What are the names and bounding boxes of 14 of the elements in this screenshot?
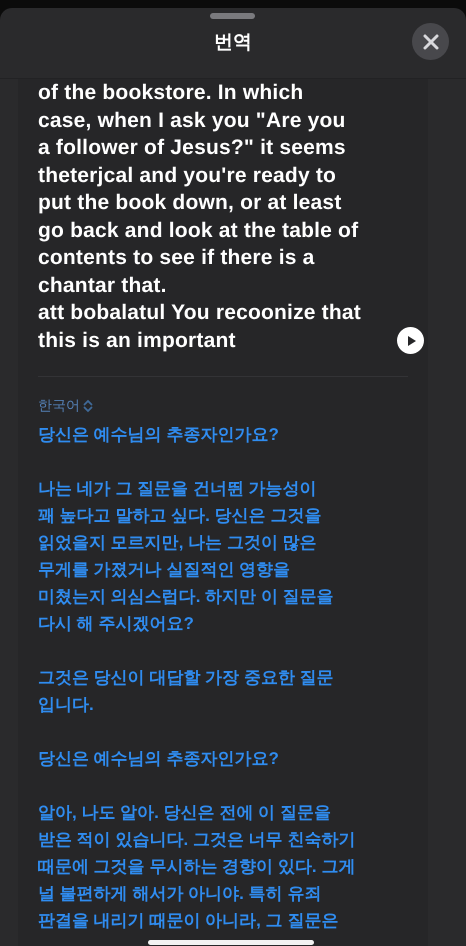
translation-paragraph: 알아, 나도 알아. 당신은 전에 이 질문을 받은 적이 있습니다. 그것은 너무 친숙하기 때문에 그것을 무시하는 경향이 있다. 그게 널 불편하게 해서가 아니야. 특히 유죄 판결을 내리기 때문이 아니라, 그 질문은 [38, 802, 356, 932]
play-button[interactable] [397, 327, 424, 354]
translation-paragraph: 나는 네가 그 질문을 건너뛴 가능성이 꽤 높다고 말하고 싶다. 당신은 그것을 읽었을지 모르지만, 나는 그것이 많은 무게를 가졌거나 실질적인 영향을 미쳤는지 의심스럽다. 하지만 이 질문을 다시 해 주시겠어요? [38, 478, 335, 635]
close-button[interactable] [412, 23, 449, 60]
translation-paragraph: 당신은 예수님의 추종자인가요? [38, 748, 280, 770]
source-text: of the bookstore. In which case, when I ask you "Are you a follower of Jesus?" it seems theterjcal and you're ready to put the book down, or at least go back and look at the table of contents to see if there is a chantar that. att bobalatul You recoonize that this is an important [38, 80, 361, 354]
chevron-updown-icon [83, 399, 93, 413]
sheet-title: 번역 [214, 31, 252, 55]
translation-paragraph: 그것은 당신이 대답할 가장 중요한 질문 입니다. [38, 667, 335, 716]
sheet-grabber[interactable] [210, 13, 255, 19]
close-icon [422, 34, 438, 50]
language-selector[interactable]: 한국어 [38, 397, 93, 415]
play-icon [407, 334, 417, 346]
translation-paragraph: 당신은 예수님의 추종자인가요? [38, 424, 280, 446]
